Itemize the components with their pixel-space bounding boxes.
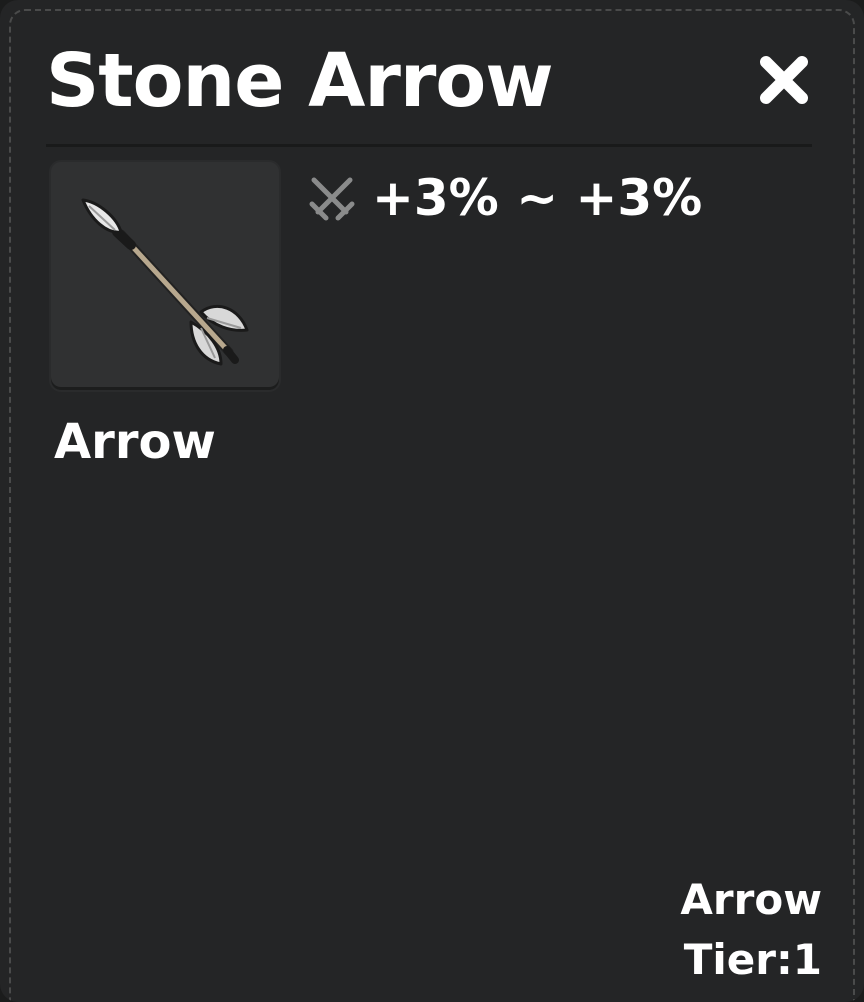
item-type-label: Arrow [54, 414, 216, 470]
item-info-panel: Stone Arrow Arrow +3% ~ +3% Arrow Tier:1 [0, 0, 864, 1002]
stat-row-damage: +3% ~ +3% [306, 168, 702, 228]
close-icon [760, 56, 808, 104]
title-divider [46, 144, 812, 147]
item-category: Arrow [680, 875, 822, 924]
close-button[interactable] [752, 48, 816, 112]
stone-arrow-icon [81, 198, 249, 366]
item-icon-slot [49, 160, 281, 392]
crossed-swords-icon [309, 177, 355, 221]
stat-value: +3% ~ +3% [372, 169, 703, 227]
item-footer: Arrow Tier:1 [680, 870, 822, 990]
item-tier: Tier:1 [683, 935, 822, 984]
item-title: Stone Arrow [46, 38, 554, 124]
panel-stitched-border [9, 9, 855, 1002]
